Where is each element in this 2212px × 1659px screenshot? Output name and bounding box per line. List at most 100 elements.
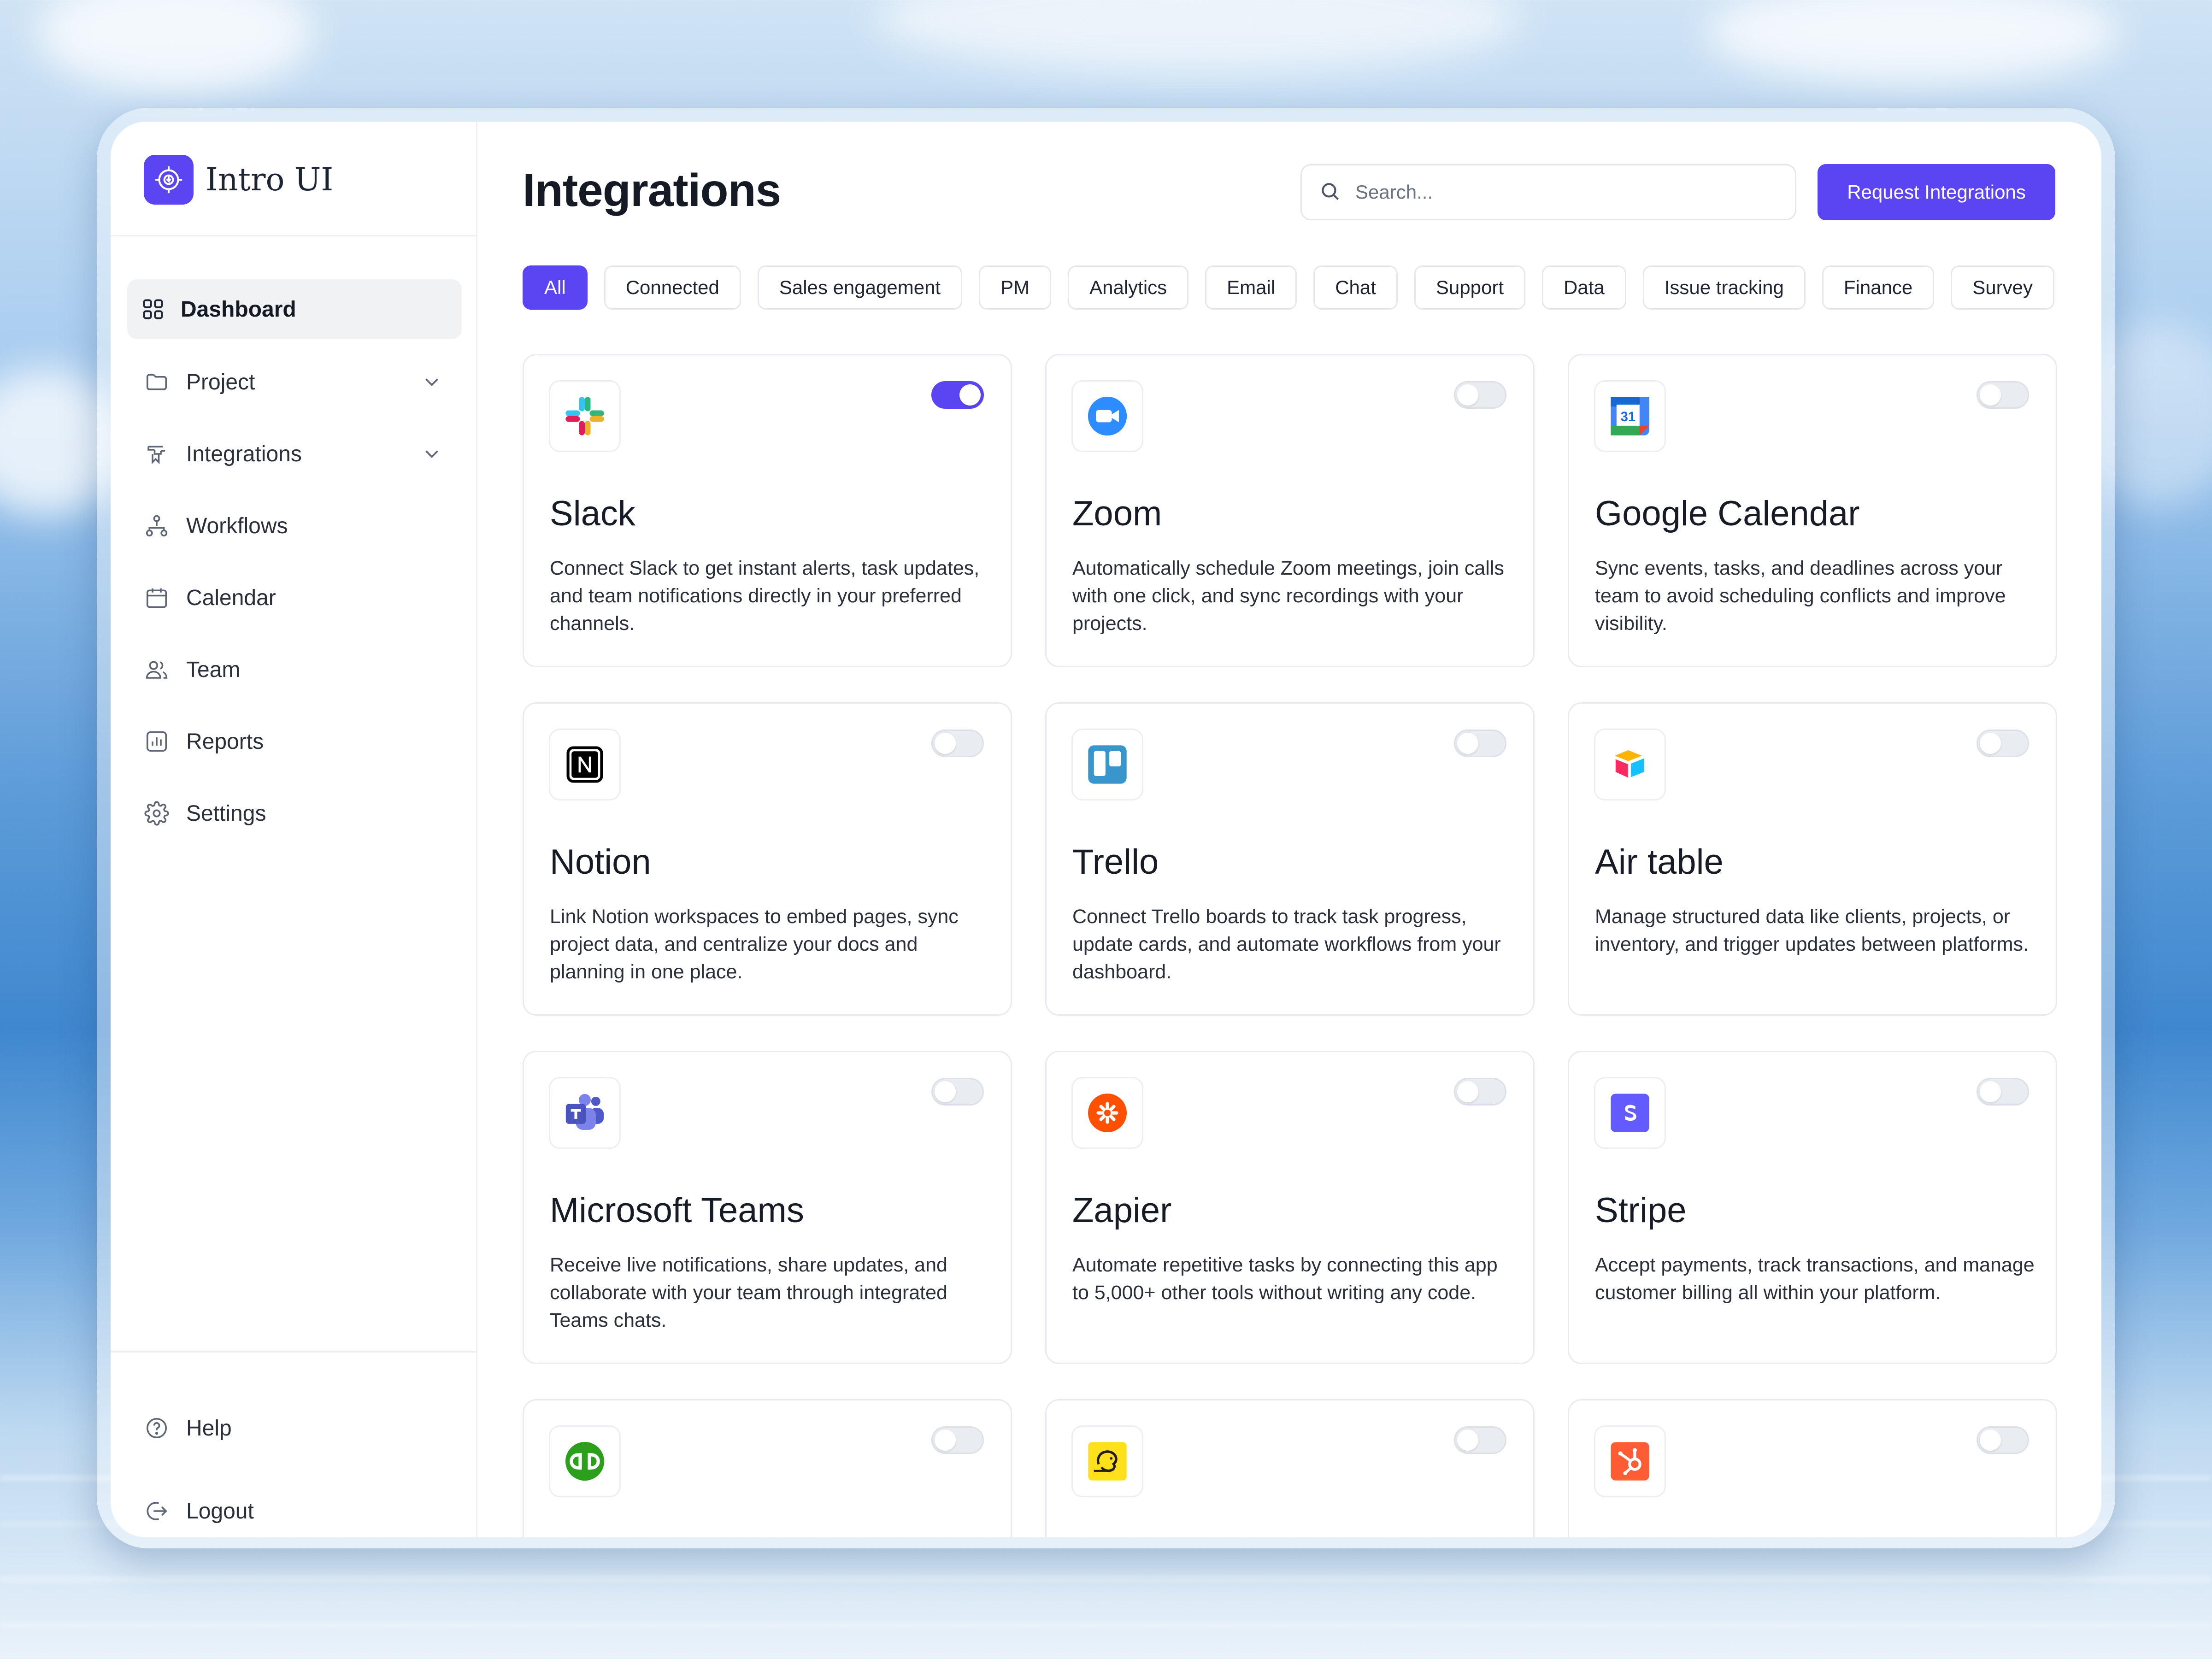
airtable-logo-icon bbox=[1594, 729, 1666, 800]
integration-card-airtable[interactable]: Air table Manage structured data like cl… bbox=[1568, 702, 2057, 1016]
app-window: Intro UI Dashboard Project Integrations bbox=[111, 122, 2101, 1537]
integration-card-notion[interactable]: Notion Link Notion workspaces to embed p… bbox=[523, 702, 1012, 1016]
toggle-knob bbox=[1457, 1430, 1478, 1451]
search-input[interactable] bbox=[1355, 181, 1770, 203]
folder-icon bbox=[144, 369, 170, 395]
filter-chip-chat[interactable]: Chat bbox=[1313, 265, 1398, 310]
toggle-knob bbox=[1980, 1081, 2001, 1102]
integration-toggle[interactable] bbox=[1454, 729, 1506, 757]
teams-logo-icon bbox=[549, 1077, 621, 1149]
quickbooks-logo-icon bbox=[549, 1425, 621, 1497]
card-description: Manage structured data like clients, pro… bbox=[1595, 906, 2029, 955]
reports-icon bbox=[144, 729, 170, 754]
card-title: Zoom bbox=[1072, 494, 1162, 533]
integration-toggle[interactable] bbox=[1977, 729, 2029, 757]
sidebar-item-label: Settings bbox=[186, 801, 266, 826]
integration-card-zoom[interactable]: Zoom Automatically schedule Zoom meeting… bbox=[1045, 354, 1535, 667]
integration-card-slack[interactable]: Slack Connect Slack to get instant alert… bbox=[523, 354, 1012, 667]
integration-toggle[interactable] bbox=[931, 729, 984, 757]
card-title: Slack bbox=[550, 494, 635, 533]
toggle-knob bbox=[959, 384, 981, 406]
search-box[interactable] bbox=[1300, 164, 1796, 220]
background-cloud bbox=[37, 0, 313, 92]
sidebar-item-label: Reports bbox=[186, 729, 264, 754]
integration-card-quickbooks[interactable] bbox=[523, 1399, 1012, 1537]
chevron-down-icon[interactable] bbox=[420, 442, 443, 465]
chevron-down-icon[interactable] bbox=[420, 371, 443, 394]
sidebar-item-reports[interactable]: Reports bbox=[127, 712, 462, 771]
toggle-knob bbox=[935, 733, 956, 754]
filter-chip-issue-tracking[interactable]: Issue tracking bbox=[1642, 265, 1806, 310]
calendar-icon bbox=[144, 585, 170, 611]
integration-toggle[interactable] bbox=[931, 1078, 984, 1106]
integration-card-google-calendar[interactable]: 31 Google Calendar Sync events, tasks, a… bbox=[1568, 354, 2057, 667]
brand-logo-icon bbox=[144, 155, 194, 205]
sidebar-item-workflows[interactable]: Workflows bbox=[127, 496, 462, 556]
integration-card-zapier[interactable]: Zapier Automate repetitive tasks by conn… bbox=[1045, 1051, 1535, 1364]
integration-toggle[interactable] bbox=[1977, 1078, 2029, 1106]
sidebar-item-logout[interactable]: Logout bbox=[127, 1481, 462, 1537]
workflow-icon bbox=[144, 513, 170, 539]
integration-toggle[interactable] bbox=[931, 381, 984, 409]
background-cloud bbox=[1705, 0, 2120, 83]
integration-card-trello[interactable]: Trello Connect Trello boards to track ta… bbox=[1045, 702, 1535, 1016]
sidebar-item-integrations[interactable]: Integrations bbox=[127, 424, 462, 484]
filter-chip-sales-engagement[interactable]: Sales engagement bbox=[757, 265, 963, 310]
card-title: Air table bbox=[1595, 842, 1724, 882]
sidebar-item-label: Dashboard bbox=[181, 297, 296, 322]
integration-toggle[interactable] bbox=[1977, 1426, 2029, 1454]
integration-card-hubspot[interactable] bbox=[1568, 1399, 2057, 1537]
request-integrations-button[interactable]: Request Integrations bbox=[1818, 164, 2055, 220]
svg-text:31: 31 bbox=[1621, 410, 1635, 424]
sidebar-item-label: Logout bbox=[186, 1499, 254, 1524]
integration-card-stripe[interactable]: Stripe Accept payments, track transactio… bbox=[1568, 1051, 2057, 1364]
card-title: Google Calendar bbox=[1595, 494, 1860, 533]
main-content: Integrations Request Integrations All Con… bbox=[477, 122, 2101, 1537]
card-description: Automatically schedule Zoom meetings, jo… bbox=[1072, 557, 1504, 635]
integration-toggle[interactable] bbox=[1454, 1426, 1506, 1454]
filter-chip-pm[interactable]: PM bbox=[979, 265, 1052, 310]
brand[interactable]: Intro UI bbox=[144, 155, 333, 205]
filter-chip-finance[interactable]: Finance bbox=[1822, 265, 1935, 310]
background-cloud bbox=[876, 0, 1521, 74]
sidebar-item-team[interactable]: Team bbox=[127, 640, 462, 700]
sidebar-item-settings[interactable]: Settings bbox=[127, 783, 462, 843]
filter-chip-data[interactable]: Data bbox=[1542, 265, 1626, 310]
integration-toggle[interactable] bbox=[1977, 381, 2029, 409]
hubspot-logo-icon bbox=[1594, 1425, 1666, 1497]
sidebar-item-calendar[interactable]: Calendar bbox=[127, 568, 462, 628]
integration-toggle[interactable] bbox=[1454, 381, 1506, 409]
filter-chip-connected[interactable]: Connected bbox=[604, 265, 741, 310]
water-ripple bbox=[0, 1576, 2212, 1583]
filter-chip-survey[interactable]: Survey bbox=[1951, 265, 2055, 310]
filter-chip-email[interactable]: Email bbox=[1205, 265, 1297, 310]
logout-icon bbox=[144, 1498, 170, 1524]
integration-card-mailchimp[interactable] bbox=[1045, 1399, 1535, 1537]
integration-card-microsoft-teams[interactable]: Microsoft Teams Receive live notificatio… bbox=[523, 1051, 1012, 1364]
water-ripple bbox=[0, 1622, 2212, 1629]
gear-icon bbox=[144, 800, 170, 826]
card-description: Connect Trello boards to track task prog… bbox=[1072, 906, 1501, 983]
team-icon bbox=[144, 657, 170, 682]
card-title: Trello bbox=[1072, 842, 1159, 882]
sidebar-item-label: Workflows bbox=[186, 513, 288, 538]
toggle-knob bbox=[935, 1430, 956, 1451]
sidebar-item-help[interactable]: Help bbox=[127, 1398, 462, 1458]
toggle-knob bbox=[935, 1081, 956, 1102]
card-title: Stripe bbox=[1595, 1191, 1687, 1230]
filter-chip-all[interactable]: All bbox=[523, 265, 588, 310]
sidebar-item-project[interactable]: Project bbox=[127, 352, 462, 412]
filter-chip-analytics[interactable]: Analytics bbox=[1068, 265, 1189, 310]
trello-logo-icon bbox=[1071, 729, 1143, 800]
card-description: Accept payments, track transactions, and… bbox=[1595, 1254, 2035, 1304]
integration-toggle[interactable] bbox=[931, 1426, 984, 1454]
toggle-knob bbox=[1457, 1081, 1478, 1102]
divider bbox=[111, 235, 477, 236]
filter-chip-support[interactable]: Support bbox=[1414, 265, 1526, 310]
integration-toggle[interactable] bbox=[1454, 1078, 1506, 1106]
card-description: Link Notion workspaces to embed pages, s… bbox=[550, 906, 959, 983]
card-description: Receive live notifications, share update… bbox=[550, 1254, 947, 1331]
mailchimp-logo-icon bbox=[1071, 1425, 1143, 1497]
sidebar-item-dashboard[interactable]: Dashboard bbox=[127, 279, 462, 339]
toggle-knob bbox=[1457, 733, 1478, 754]
